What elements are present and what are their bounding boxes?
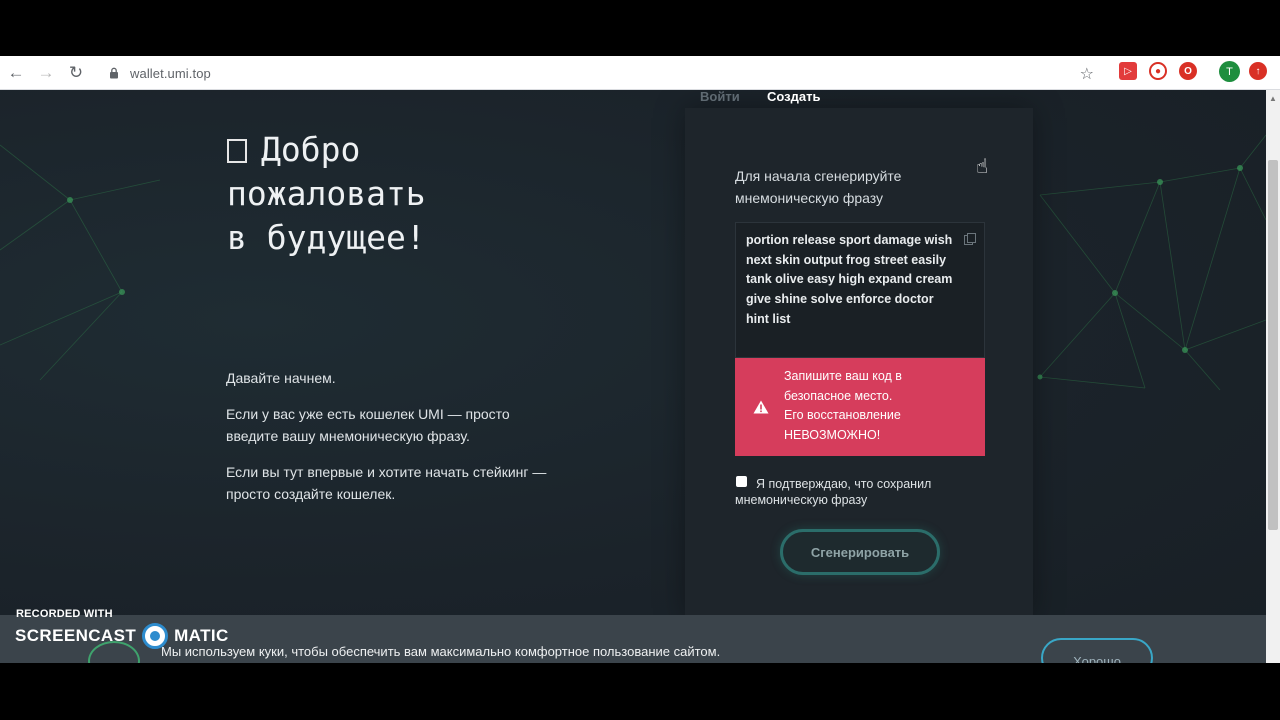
mouse-cursor-icon: ☝ — [976, 156, 989, 178]
warning-line-4: НЕВОЗМОЖНО! — [784, 428, 881, 443]
warning-line-1: Запишите ваш код в — [784, 369, 902, 383]
page-background — [0, 90, 1266, 663]
welcome-title-line1: Добро — [261, 130, 361, 169]
copy-icon[interactable] — [964, 233, 976, 245]
profile-avatar[interactable]: T — [1219, 61, 1240, 82]
generate-button[interactable]: Сгенерировать — [780, 529, 940, 575]
extension-icon-4[interactable]: ↑ — [1249, 62, 1267, 80]
watermark-brand: SCREENCAST MATIC — [15, 623, 229, 649]
welcome-title-line2: пожаловать — [227, 174, 426, 213]
reload-icon[interactable]: ↻ — [61, 58, 91, 88]
browser-toolbar: ← → ↻ wallet.umi.top ☆ — [0, 56, 1280, 90]
letterbox-top — [0, 0, 1280, 56]
extension-icon-1[interactable]: ▷ — [1119, 62, 1137, 80]
intro-paragraph-2: Если у вас уже есть кошелек UMI — просто… — [226, 406, 510, 444]
card-heading: Для начала сгенерируйте мнемоническую фр… — [735, 168, 902, 206]
watermark-logo-icon — [142, 623, 169, 649]
intro-paragraph-1: Давайте начнем. — [226, 370, 336, 386]
lock-icon — [110, 67, 118, 79]
tab-login[interactable]: Войти — [700, 89, 740, 104]
intro-paragraph-3: Если вы тут впервые и хотите начать стей… — [226, 464, 547, 502]
watermark-brand-left: SCREENCAST — [15, 626, 137, 645]
tab-create[interactable]: Создать — [767, 89, 820, 104]
scroll-up-icon[interactable]: ▲ — [1269, 94, 1277, 103]
warning-line-3: Его восстановление — [784, 408, 901, 423]
extension-icon-3[interactable]: O — [1179, 62, 1197, 80]
network-background — [0, 134, 1266, 391]
confirm-label: Я подтверждаю, что сохранил мнемоническу… — [735, 477, 932, 507]
mnemonic-phrase-text: portion release sport damage wish next s… — [746, 233, 953, 326]
letterbox-bottom — [0, 663, 1280, 720]
warning-icon — [753, 400, 769, 414]
scroll-thumb[interactable] — [1268, 160, 1278, 530]
watermark-recorded-label: RECORDED WITH — [16, 608, 113, 620]
warning-banner: Запишите ваш код в безопасное место. Его… — [735, 358, 985, 456]
address-bar[interactable]: wallet.umi.top ☆ — [98, 59, 1108, 87]
confirm-row[interactable]: Я подтверждаю, что сохранил мнемоническу… — [735, 476, 985, 508]
watermark-brand-right: MATIC — [174, 626, 229, 645]
back-icon[interactable]: ← — [1, 58, 31, 88]
bookmark-star-icon[interactable]: ☆ — [1080, 64, 1094, 84]
extension-icon-2[interactable]: ● — [1149, 62, 1167, 80]
mnemonic-phrase-box[interactable]: portion release sport damage wish next s… — [735, 222, 985, 358]
warning-text: Запишите ваш код в безопасное место. Его… — [784, 367, 974, 446]
welcome-title-line3: в будущее! — [227, 218, 426, 257]
forward-icon[interactable]: → — [31, 58, 61, 88]
welcome-title: Добро пожаловать в будущее! — [227, 128, 527, 260]
url-text: wallet.umi.top — [130, 65, 211, 81]
cookie-text: Мы используем куки, чтобы обеспечить вам… — [161, 644, 721, 659]
page-scrollbar[interactable]: ▲ — [1266, 90, 1280, 663]
warning-line-2: безопасное место. — [784, 388, 893, 403]
confirm-checkbox[interactable] — [736, 476, 747, 487]
emoji-placeholder-icon — [227, 139, 247, 163]
